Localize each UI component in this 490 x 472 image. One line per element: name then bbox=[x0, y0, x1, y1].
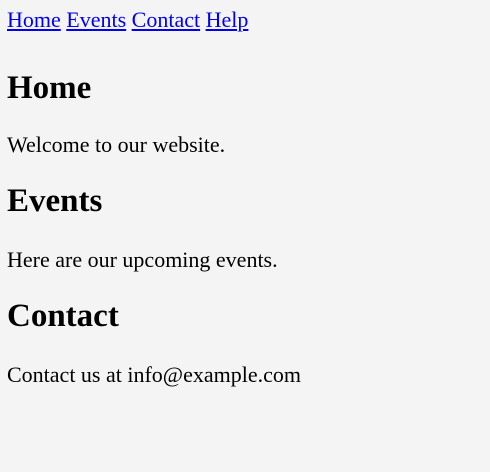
home-heading: Home bbox=[7, 70, 92, 106]
events-section: Events Here are our upcoming events. bbox=[7, 182, 490, 274]
events-heading: Events bbox=[7, 183, 103, 219]
contact-section: Contact Contact us at info@example.com bbox=[7, 297, 490, 389]
nav-link-help[interactable]: Help bbox=[206, 7, 249, 32]
home-section: Home Welcome to our website. bbox=[7, 69, 490, 159]
nav-link-contact[interactable]: Contact bbox=[132, 7, 200, 32]
nav-link-home[interactable]: Home bbox=[7, 7, 61, 32]
events-text: Here are our upcoming events. bbox=[7, 247, 278, 272]
contact-text: Contact us at info@example.com bbox=[7, 362, 301, 387]
nav-link-events[interactable]: Events bbox=[66, 7, 126, 32]
contact-heading: Contact bbox=[7, 298, 119, 334]
page: Home Events Contact Help Home Welcome to… bbox=[0, 0, 490, 472]
home-text: Welcome to our website. bbox=[7, 132, 226, 157]
main-nav: Home Events Contact Help bbox=[7, 6, 490, 34]
